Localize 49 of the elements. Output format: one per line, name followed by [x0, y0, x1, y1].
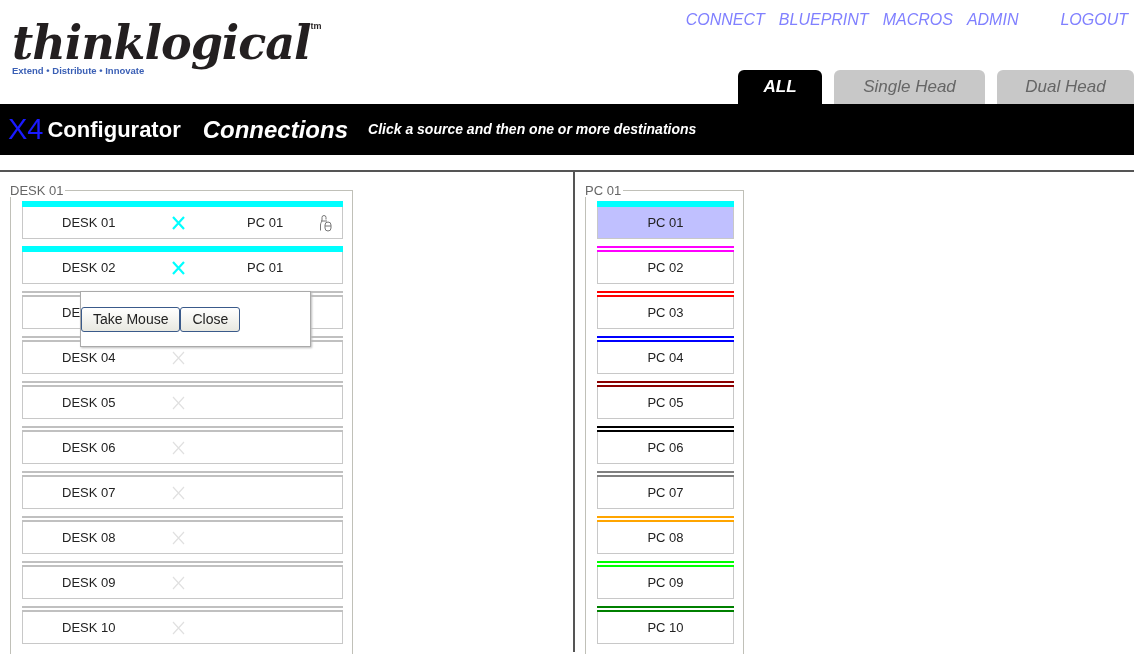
pc-row[interactable]: PC 07 — [597, 477, 734, 509]
disconnect-icon — [172, 395, 185, 410]
group-legend: DESK 01 — [10, 184, 66, 197]
pc-row[interactable]: PC 09 — [597, 567, 734, 599]
page-title: Connections — [202, 114, 349, 145]
disconnect-icon[interactable] — [172, 260, 185, 275]
desk-label: DESK 09 — [62, 574, 116, 590]
desk-row[interactable]: DESK 01 PC 01 — [22, 207, 343, 239]
desk-label: DESK 02 — [62, 259, 116, 275]
target-label: PC 01 — [247, 213, 284, 232]
pc-row[interactable]: PC 08 — [597, 522, 734, 554]
pc-row[interactable]: PC 05 — [597, 387, 734, 419]
desk-row[interactable]: DESK 02 PC 01 — [22, 252, 343, 284]
desk-row[interactable]: DESK 05 — [22, 387, 343, 419]
desk-row[interactable]: DESK 10 — [22, 612, 343, 644]
desk-row[interactable]: DESK 09 — [22, 567, 343, 599]
disconnect-icon[interactable] — [172, 215, 185, 230]
disconnect-icon — [172, 620, 185, 635]
tab[interactable]: ALL — [738, 70, 822, 104]
instruction-text: Click a source and then one or more destinations — [368, 120, 697, 139]
product-prefix: X4 — [8, 111, 44, 147]
desk-row[interactable]: DESK 06 — [22, 432, 343, 464]
pc-row[interactable]: PC 06 — [597, 432, 734, 464]
desk-label: DE — [62, 304, 81, 320]
desk-row[interactable]: DESK 07 — [22, 477, 343, 509]
desk-label: DESK 04 — [62, 349, 116, 365]
product-title: Configurator — [47, 116, 181, 144]
desk-label: DESK 10 — [62, 619, 116, 635]
tab[interactable]: Single Head — [834, 70, 985, 104]
desk-label: DESK 05 — [62, 394, 116, 410]
pc-row[interactable]: PC 02 — [597, 252, 734, 284]
pc-row[interactable]: PC 04 — [597, 342, 734, 374]
group-legend: PC 01 — [585, 184, 624, 197]
take-mouse-button[interactable]: Take Mouse — [81, 306, 181, 332]
disconnect-icon — [172, 440, 185, 455]
pc-row[interactable]: PC 03 — [597, 297, 734, 329]
disconnect-icon — [172, 530, 185, 545]
desk-row[interactable]: DESK 08 — [22, 522, 343, 554]
desk-label: DESK 08 — [62, 529, 116, 545]
desk-label: DESK 07 — [62, 484, 116, 500]
disconnect-icon — [172, 485, 185, 500]
disconnect-icon — [172, 575, 185, 590]
disconnect-icon — [172, 350, 185, 365]
pc-row[interactable]: PC 10 — [597, 612, 734, 644]
pc-row[interactable]: PC 01 — [597, 207, 734, 239]
desk-label: DESK 06 — [62, 439, 116, 455]
target-label: PC 01 — [247, 258, 284, 277]
desk-label: DESK 01 — [62, 214, 116, 230]
close-button[interactable]: Close — [180, 306, 241, 332]
